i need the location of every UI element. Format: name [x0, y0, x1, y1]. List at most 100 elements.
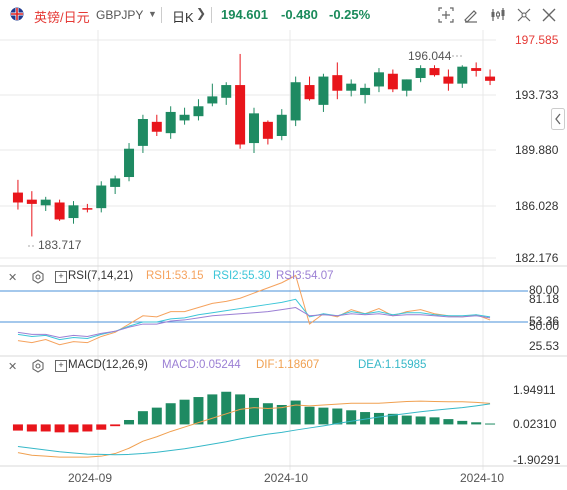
candle-body [124, 148, 135, 178]
macd-histogram-bar [165, 403, 176, 425]
candle-body [207, 96, 218, 104]
candle-body [249, 113, 259, 144]
macd-histogram-bar [457, 420, 468, 425]
macd-histogram-bar [249, 397, 259, 425]
candle-body [12, 192, 23, 203]
candle-body [457, 66, 468, 84]
candle-body [346, 83, 357, 91]
candle-body [68, 205, 79, 219]
macd-histogram-bar [304, 406, 315, 425]
time-tick-label: 2024-10 [264, 471, 308, 485]
macd-histogram-bar [221, 391, 232, 425]
macd-histogram-bar [137, 411, 148, 425]
close-icon[interactable]: ✕ [8, 360, 17, 373]
candle-body [360, 87, 371, 95]
macd-value: MACD:0.05244 [162, 359, 241, 371]
macd-histogram-bar [68, 424, 79, 433]
macd-tick-label: -1.90291 [513, 453, 561, 467]
high-annotation: 196.044 [408, 49, 452, 63]
macd-histogram-bar [207, 394, 218, 425]
candle-body [276, 114, 287, 136]
macd-histogram-bar [124, 419, 135, 425]
rsi2-value: RSI2:55.30 [213, 270, 271, 282]
plus-box-icon[interactable]: + [55, 271, 67, 283]
candle-body [54, 202, 65, 220]
macd-histogram-bar [471, 422, 482, 425]
macd-histogram-bar [443, 419, 454, 425]
candle-body [26, 199, 37, 204]
time-tick-label: 2024-10 [460, 471, 504, 485]
macd-histogram-bar [415, 416, 426, 425]
rsi-label: RSI(7,14,21) [68, 270, 134, 282]
chart-canvas[interactable]: 197.585 193.733 189.880 186.028 182.176 196.0… [0, 0, 567, 490]
macd-histogram-bar [332, 408, 343, 425]
candle-body [262, 121, 273, 139]
rsi-tick-label: 81.18 [529, 292, 559, 306]
rsi3-value: RSI3:54.07 [276, 270, 334, 282]
candle-body [96, 185, 107, 209]
rsi-tick-label: 50.00 [529, 319, 559, 333]
candle-body [40, 199, 51, 206]
price-tick-label: 182.176 [515, 251, 559, 265]
candle-body [373, 72, 384, 87]
candle-body [221, 85, 232, 98]
gear-icon[interactable] [31, 270, 45, 284]
macd-histogram-bar [429, 417, 440, 425]
macd-histogram-bar [40, 424, 51, 432]
rsi-header: ✕ + RSI(7,14,21) RSI1:53.15 RSI2:55.30 R… [0, 270, 400, 286]
macd-histogram-bar [373, 412, 384, 425]
macd-label: MACD(12,26,9) [68, 359, 148, 371]
candle-body [415, 68, 426, 78]
candle-body [471, 68, 482, 71]
macd-histogram-bar [262, 403, 273, 425]
candle-body [179, 114, 190, 121]
macd-histogram-bar [318, 407, 329, 425]
candle-body [110, 178, 121, 187]
macd-tick-label: 1.94911 [513, 383, 556, 397]
macd-histogram-bar [401, 415, 412, 425]
candle-body [290, 82, 301, 121]
low-annotation: 183.717 [38, 238, 82, 252]
rsi-line-2 [17, 298, 491, 341]
candle-body [401, 79, 412, 91]
macd-histogram-bar [193, 397, 204, 425]
candle-body [485, 76, 496, 81]
candle-body [318, 76, 329, 105]
dea-value: DEA:1.15985 [358, 359, 427, 371]
macd-histogram-bar [82, 424, 93, 432]
time-tick-label: 2024-09 [68, 471, 112, 485]
macd-histogram-bar [54, 424, 65, 433]
candle-body [165, 111, 176, 134]
close-icon[interactable]: ✕ [8, 271, 17, 284]
price-tick-label: 197.585 [515, 33, 559, 47]
rsi1-value: RSI1:53.15 [146, 270, 204, 282]
candle-body [332, 75, 343, 91]
plus-box-icon[interactable]: + [55, 360, 67, 372]
macd-histogram-bar [179, 399, 190, 425]
rsi-line-3 [17, 307, 491, 339]
candle-body [304, 85, 315, 100]
macd-header: ✕ + MACD(12,26,9) MACD:0.05244 DIF:1.186… [0, 359, 460, 375]
candle-body [443, 76, 454, 84]
candle-body [235, 85, 246, 145]
macd-histogram-bar [151, 407, 162, 425]
dif-value: DIF:1.18607 [256, 359, 320, 371]
macd-histogram-bar [26, 424, 37, 432]
macd-histogram-bar [290, 400, 301, 425]
macd-histogram-bar [96, 424, 107, 430]
gear-icon[interactable] [31, 359, 45, 373]
macd-histogram-bar [12, 424, 23, 431]
candle-body [137, 119, 148, 146]
candle-body [429, 68, 440, 76]
rsi-tick-label: 25.53 [529, 339, 559, 353]
price-tick-label: 189.880 [515, 143, 559, 157]
candle-body [193, 106, 204, 117]
candle-body [151, 121, 162, 132]
chevron-left-icon[interactable] [551, 108, 565, 130]
macd-histogram-bar [110, 424, 121, 427]
price-tick-label: 193.733 [515, 88, 559, 102]
candle-body [387, 73, 398, 90]
macd-histogram-bar [485, 423, 496, 425]
candle-body [82, 208, 93, 210]
price-tick-label: 186.028 [515, 199, 559, 213]
